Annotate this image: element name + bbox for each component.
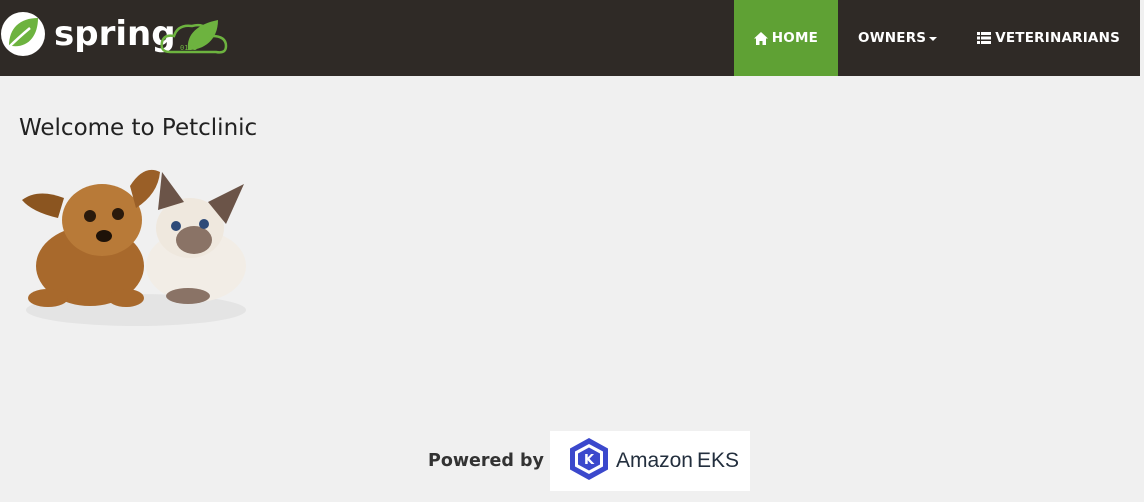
main-nav: HOME OWNERS VETERINARIANS [733,0,1140,76]
pets-image [18,158,254,330]
nav-owners-label: OWNERS [858,30,927,46]
amazon-word: Amazon [615,449,693,472]
list-icon [977,32,992,44]
dog-illustration [22,169,160,307]
footer: Powered by K Amazon EKS [428,431,750,491]
svg-text:0101: 0101 [180,44,197,52]
page-title: Welcome to Petclinic [19,115,258,141]
eks-word: EKS [696,449,740,472]
nav-veterinarians[interactable]: VETERINARIANS [957,0,1140,76]
spring-wordmark: spring [54,14,176,54]
spring-logo[interactable]: spring 0101 [0,10,230,60]
kubernetes-k-hexagon-icon: K [569,438,608,484]
home-icon [753,31,768,45]
amazon-eks-wordmark: Amazon EKS [616,449,739,473]
navbar: spring 0101 HOME OWNERS VETERINARIANS [0,0,1140,76]
amazon-eks-logo: K Amazon EKS [549,431,750,491]
nav-veterinarians-label: VETERINARIANS [995,30,1120,46]
nav-home[interactable]: HOME [733,0,839,76]
caret-down-icon [929,36,938,41]
cat-illustration [146,172,246,304]
nav-owners[interactable]: OWNERS [838,0,957,76]
svg-text:K: K [584,453,595,468]
powered-by-label: Powered by [428,451,544,471]
nav-home-label: HOME [771,30,819,46]
